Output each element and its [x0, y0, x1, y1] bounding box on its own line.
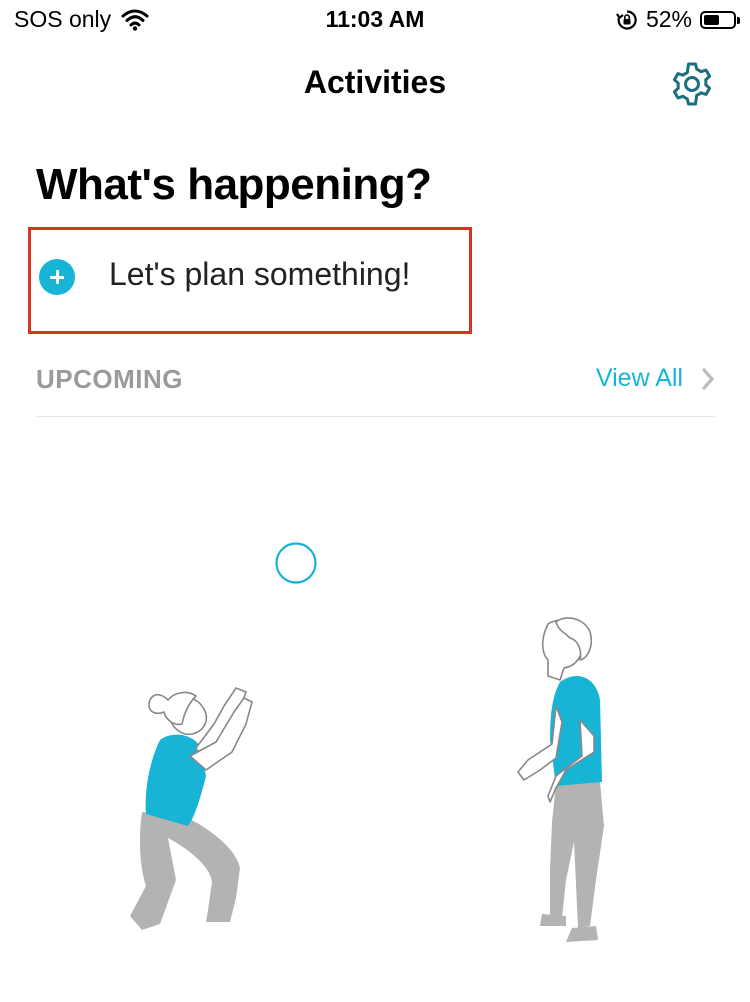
- crouching-person: [130, 687, 253, 930]
- upcoming-section-header: UPCOMING View All: [36, 364, 715, 417]
- battery-percent: 52%: [645, 6, 692, 32]
- plan-something-button[interactable]: Let's plan something!: [28, 227, 472, 334]
- battery-fill: [704, 14, 719, 25]
- page-heading: What's happening?: [36, 160, 432, 209]
- view-all-label: View All: [595, 364, 683, 392]
- plus-circle-icon: [39, 259, 75, 295]
- battery-icon: [700, 10, 740, 29]
- status-bar: SOS only 11:03 AM 52%: [0, 0, 750, 44]
- two-people-playing-ball-illustration: [130, 542, 604, 942]
- standing-person: [517, 617, 604, 942]
- ball: [275, 542, 317, 584]
- settings-button[interactable]: [668, 60, 716, 108]
- chevron-right-icon: [701, 367, 715, 390]
- gear-icon: [668, 60, 716, 108]
- battery-cap: [737, 16, 740, 24]
- nav-title: Activities: [303, 64, 447, 100]
- status-right: 52%: [616, 6, 740, 33]
- plan-something-label: Let's plan something!: [109, 256, 411, 292]
- orientation-lock-icon: [616, 9, 638, 31]
- empty-state-illustration: [0, 520, 750, 960]
- view-all-link[interactable]: View All: [596, 364, 715, 393]
- upcoming-title: UPCOMING: [36, 364, 183, 394]
